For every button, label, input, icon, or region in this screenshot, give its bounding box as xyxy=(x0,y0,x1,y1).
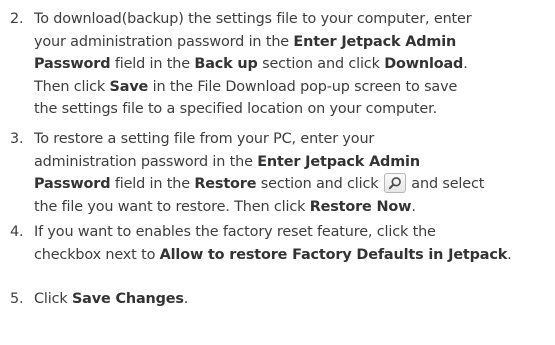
ui-term: Restore Now xyxy=(309,198,412,215)
step-text: in the File Download pop-up screen to sa… xyxy=(148,78,458,95)
step-text-line: the file you want to restore. Then click… xyxy=(34,196,416,219)
step-text-line: To restore a setting file from your PC, … xyxy=(34,128,374,151)
step-text-line: Password field in the Restore section an… xyxy=(34,173,484,196)
step-number: 3. xyxy=(10,131,24,147)
step-text-line: Password field in the Back up section an… xyxy=(34,53,468,76)
ui-term: Save xyxy=(109,78,149,95)
step-text: . xyxy=(507,246,512,263)
step-text: To restore a setting file from your PC, … xyxy=(34,131,375,147)
step-text: Click xyxy=(34,291,72,307)
ui-term: Enter Jetpack Admin xyxy=(293,33,457,50)
step-number: 4. xyxy=(10,224,24,240)
step-text-line: If you want to enables the factory reset… xyxy=(34,221,436,244)
ui-term: Restore xyxy=(194,176,257,192)
ui-term: Enter Jetpack Admin xyxy=(257,153,420,170)
step-text: your administration password in the xyxy=(34,33,294,50)
ui-term: Allow to restore Factory Defaults in Jet… xyxy=(159,246,508,263)
step-text: administration password in the xyxy=(34,153,258,170)
step-text: field in the xyxy=(110,176,195,192)
step-number: 5. xyxy=(10,291,24,307)
step-text: To download(backup) the settings file to… xyxy=(34,11,472,27)
step-text: . xyxy=(183,291,189,307)
step-text: section and click xyxy=(256,176,383,192)
ui-term: Back up xyxy=(194,56,258,72)
step-text: the file you want to restore. Then click xyxy=(34,198,310,215)
step-text: field in the xyxy=(110,56,195,72)
step-text-line: To download(backup) the settings file to… xyxy=(34,8,472,31)
step-text-line: administration password in the Enter Jet… xyxy=(34,151,420,174)
ui-term: Download xyxy=(384,56,464,72)
step-text-line: your administration password in the Ente… xyxy=(34,31,456,54)
ui-term: Save Changes xyxy=(71,291,184,307)
step-text-line: Then click Save in the File Download pop… xyxy=(34,76,457,99)
ui-term: Password xyxy=(34,56,111,72)
step-text-line: the settings file to a specified locatio… xyxy=(34,98,437,121)
step-text: If you want to enables the factory reset… xyxy=(34,224,436,240)
step-text: and select xyxy=(406,176,485,192)
step-text-line: Click Save Changes. xyxy=(34,288,188,311)
step-text: the settings file to a specified locatio… xyxy=(34,101,437,117)
step-text: . xyxy=(411,198,416,215)
step-text: Then click xyxy=(34,78,110,95)
step-text-line: checkbox next to Allow to restore Factor… xyxy=(34,244,512,267)
step-number: 2. xyxy=(10,11,24,27)
search-icon xyxy=(383,173,406,193)
step-text: checkbox next to xyxy=(34,246,160,263)
document-page: 2. To download(backup) the settings file … xyxy=(0,0,555,345)
step-text: . xyxy=(463,56,468,72)
step-text: section and click xyxy=(257,56,385,72)
ui-term: Password xyxy=(34,176,111,192)
